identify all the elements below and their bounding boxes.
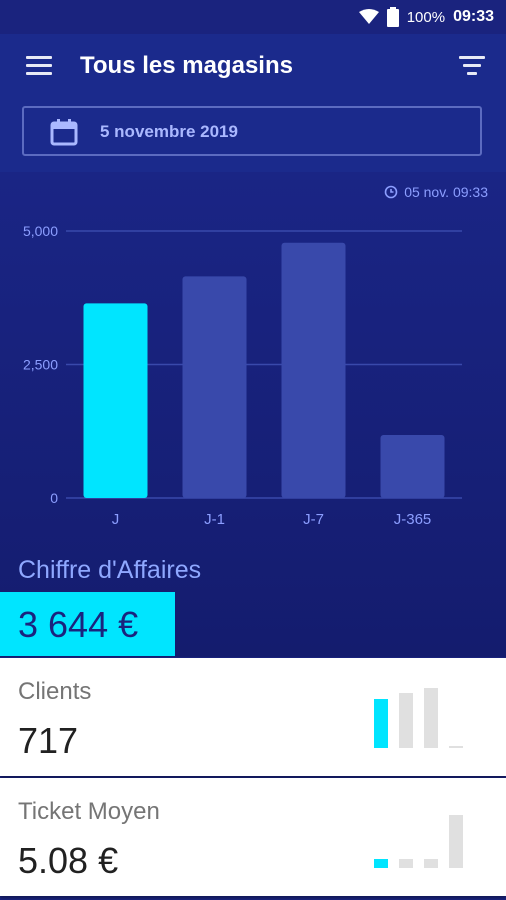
mini-bar — [374, 698, 388, 748]
clock: 09:33 — [453, 8, 494, 25]
x-tick-label: J — [112, 511, 120, 528]
hamburger-menu-icon[interactable] — [26, 56, 52, 76]
y-tick-label: 2,500 — [23, 357, 58, 373]
page-title: Tous les magasins — [80, 52, 293, 79]
bar-j-365[interactable] — [380, 434, 445, 498]
mini-bar — [449, 745, 463, 748]
mini-bar — [424, 859, 438, 868]
date-value: 5 novembre 2019 — [100, 122, 238, 141]
card-label: Clients — [18, 678, 92, 705]
filter-list-icon[interactable] — [458, 56, 486, 78]
timestamp-text: 05 nov. 09:33 — [404, 184, 488, 200]
x-tick-label: J-365 — [394, 511, 432, 528]
wifi-icon — [358, 9, 379, 24]
chart-panel: 05 nov. 09:33 0 2,500 5,000 J J-1 J-7 J-365 Ch… — [0, 172, 506, 657]
bar-j-7[interactable] — [281, 242, 346, 498]
y-tick-label: 5,000 — [23, 223, 58, 239]
date-picker-field[interactable]: 5 novembre 2019 — [22, 106, 482, 156]
clock-icon — [384, 185, 398, 199]
clients-card[interactable]: Clients 717 — [0, 658, 506, 776]
app-bar: Tous les magasins — [0, 34, 506, 100]
mini-bar — [449, 815, 463, 868]
bar-chart: 0 2,500 5,000 J J-1 J-7 J-365 — [23, 223, 462, 528]
calendar-icon — [50, 119, 78, 146]
mini-bar — [424, 688, 438, 748]
mini-bar — [399, 859, 413, 868]
battery-percent: 100% — [406, 8, 446, 26]
date-bar: 5 novembre 2019 — [0, 100, 506, 172]
bar-j-1[interactable] — [182, 276, 247, 498]
revenue-value: 3 644 € — [18, 604, 139, 645]
revenue-label: Chiffre d'Affaires — [18, 556, 202, 584]
revenue-badge: 3 644 € — [0, 592, 175, 656]
mini-bar-chart — [374, 808, 466, 868]
mini-bar — [399, 692, 413, 748]
battery-icon — [386, 7, 399, 27]
card-value: 717 — [18, 720, 79, 761]
x-tick-label: J-1 — [204, 511, 225, 528]
ticket-moyen-card[interactable]: Ticket Moyen 5.08 € — [0, 778, 506, 896]
mini-bar — [374, 859, 388, 868]
card-value: 5.08 € — [18, 840, 119, 881]
last-updated: 05 nov. 09:33 — [384, 184, 488, 200]
status-bar: 100% 09:33 — [0, 0, 506, 34]
card-label: Ticket Moyen — [18, 798, 160, 825]
x-tick-label: J-7 — [303, 511, 324, 528]
y-tick-label: 0 — [50, 490, 58, 506]
bar-j[interactable] — [83, 303, 148, 498]
mini-bar-chart — [374, 688, 466, 748]
